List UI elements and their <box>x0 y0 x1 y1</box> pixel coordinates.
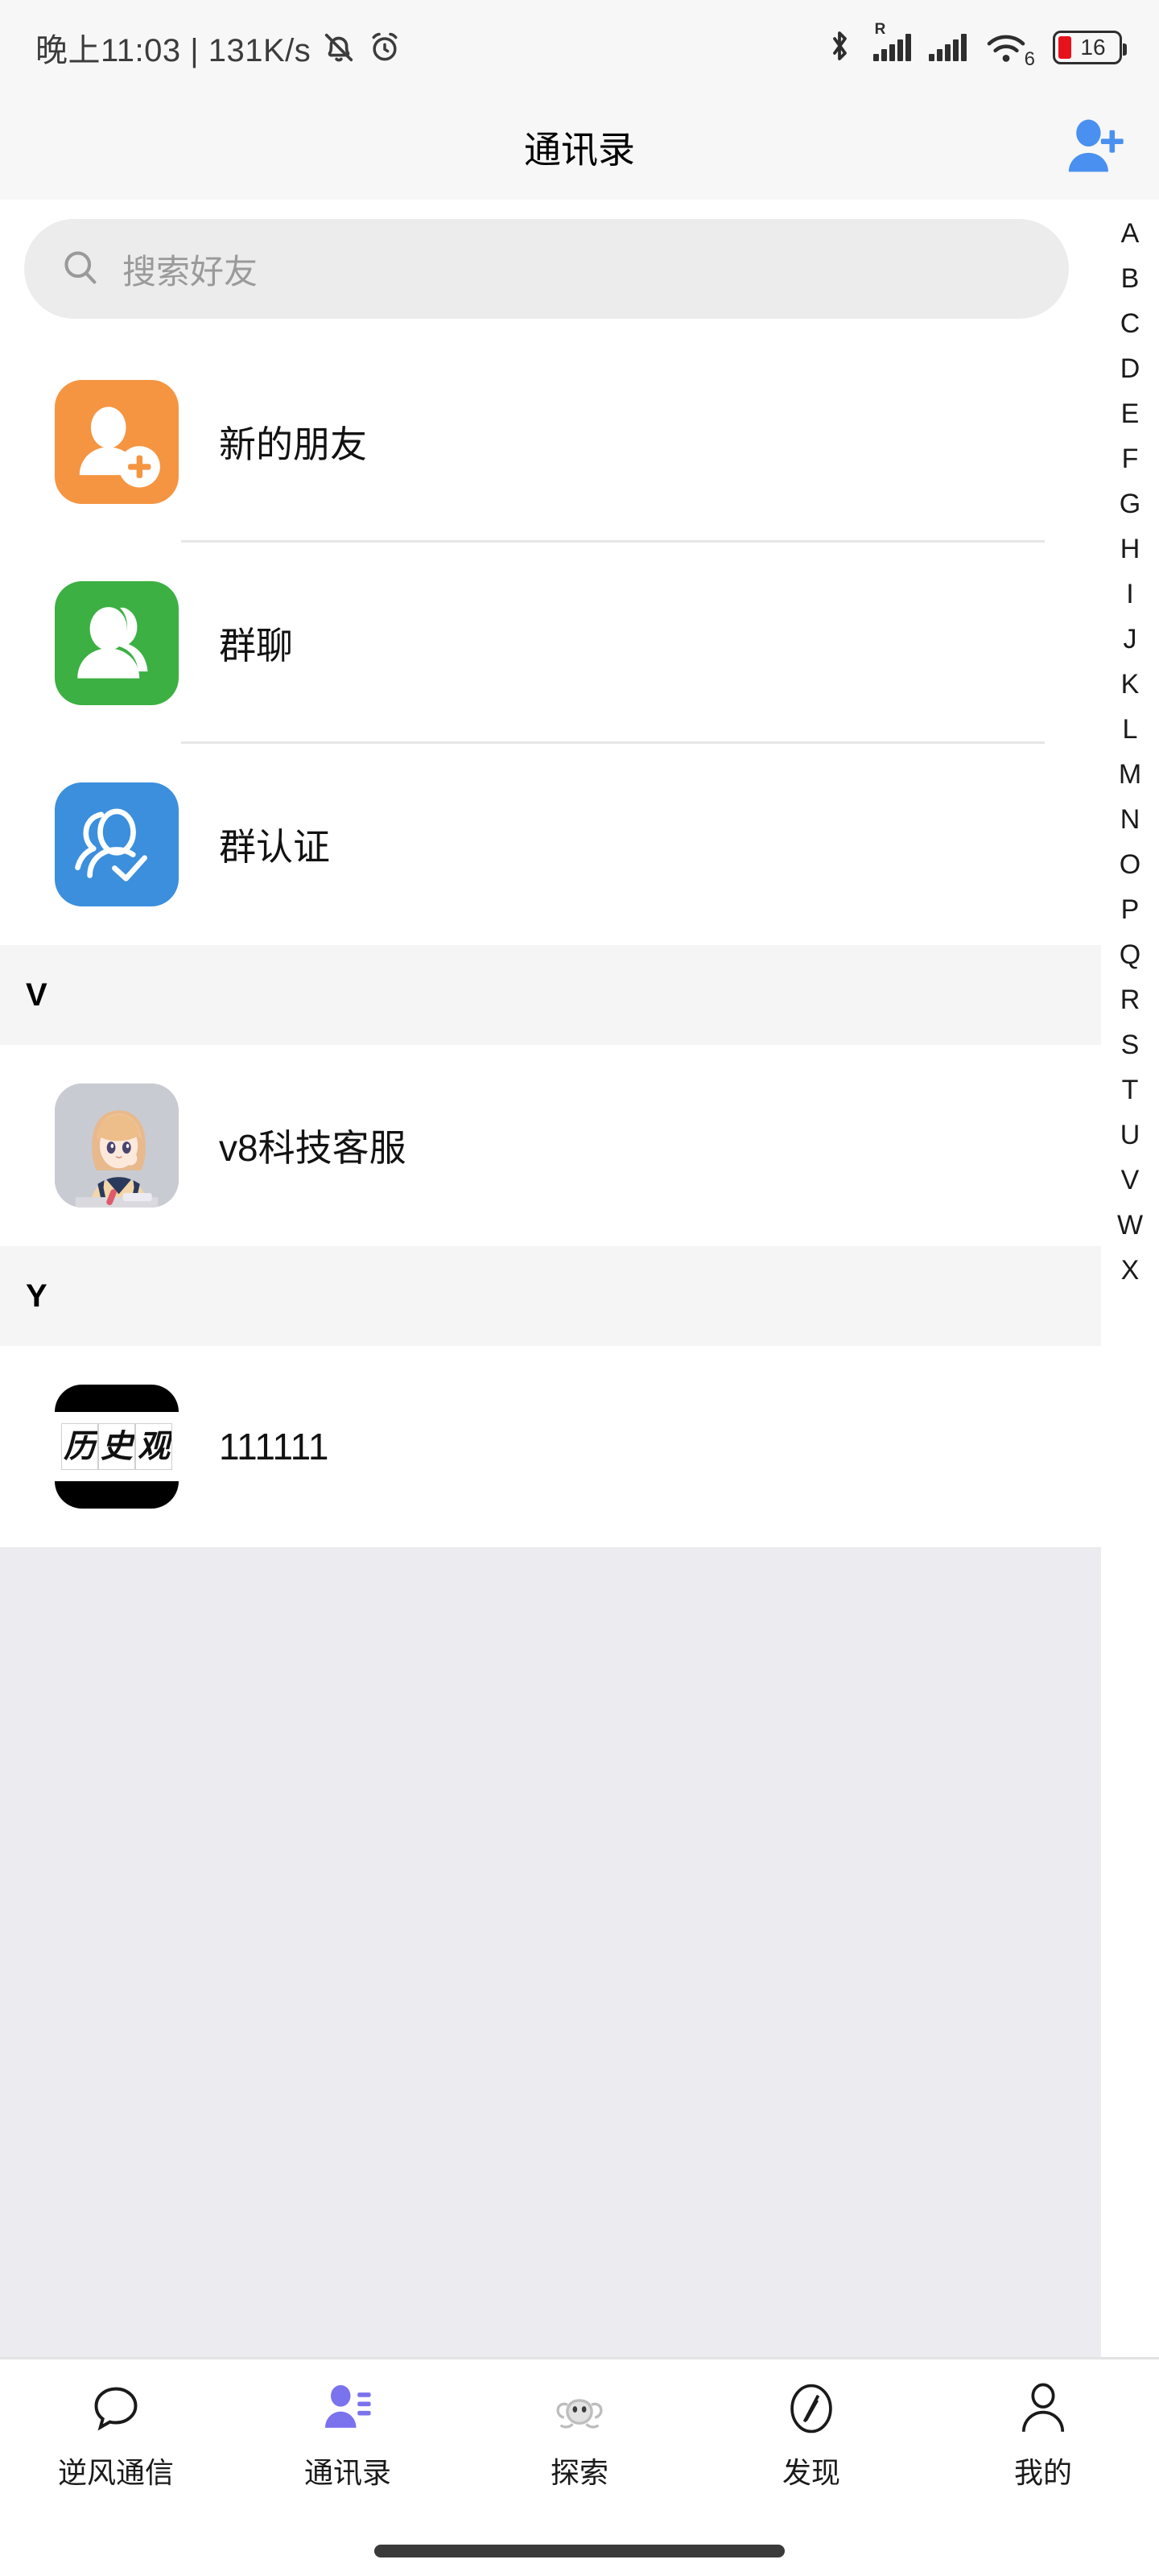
index-letter-n[interactable]: N <box>1101 797 1159 842</box>
nav-item-contacts[interactable]: 通讯录 <box>232 2377 464 2491</box>
index-letter-r[interactable]: R <box>1101 977 1159 1022</box>
avatar-band-top <box>55 1385 179 1412</box>
nav-item-label: 我的 <box>1014 2450 1072 2491</box>
bottom-navigation: 逆风通信 通讯录 <box>0 2357 1159 2526</box>
index-letter-g[interactable]: G <box>1101 481 1159 526</box>
contact-row-v8[interactable]: v8科技客服 <box>0 1045 1101 1246</box>
contact-row-111111[interactable]: 历 史 观 111111 <box>0 1346 1101 1547</box>
search-area: 搜索好友 <box>0 200 1101 341</box>
index-letter-h[interactable]: H <box>1101 526 1159 572</box>
avatar-band-bottom <box>55 1481 179 1509</box>
index-letter-o[interactable]: O <box>1101 842 1159 887</box>
anime-girl-avatar <box>55 1084 179 1208</box>
contacts-white-panel: 新的朋友 群聊 <box>0 341 1101 1547</box>
index-letter-e[interactable]: E <box>1101 391 1159 436</box>
contact-name: v8科技客服 <box>219 1119 406 1172</box>
page-title: 通讯录 <box>524 121 635 174</box>
nav-item-explore[interactable]: 探索 <box>464 2377 695 2491</box>
status-bar-right: R 6 16 <box>823 27 1122 69</box>
list-item-label: 新的朋友 <box>219 415 367 469</box>
index-letter-u[interactable]: U <box>1101 1113 1159 1158</box>
contacts-icon <box>320 2377 376 2440</box>
battery-level-label: 16 <box>1055 34 1120 61</box>
section-header-v: V <box>0 945 1101 1045</box>
content-body: 搜索好友 <box>0 200 1159 2357</box>
index-letter-t[interactable]: T <box>1101 1067 1159 1113</box>
group-chat-icon <box>55 581 179 705</box>
contacts-list-column: 搜索好友 <box>0 200 1101 2357</box>
index-letter-b[interactable]: B <box>1101 256 1159 301</box>
avatar-title-grid: 历 史 观 <box>61 1423 172 1470</box>
nav-item-label: 发现 <box>782 2450 840 2491</box>
index-letter-l[interactable]: L <box>1101 707 1159 752</box>
list-item-group-chat[interactable]: 群聊 <box>0 543 1101 744</box>
nav-item-label: 通讯录 <box>304 2450 391 2491</box>
contacts-screen: 晚上11:03 | 131K/s <box>0 0 1159 2576</box>
profile-person-icon <box>1015 2377 1071 2440</box>
avatar-char-1: 历 <box>61 1423 98 1470</box>
search-icon <box>60 246 101 292</box>
group-verify-icon <box>55 782 179 906</box>
home-indicator-bar <box>0 2526 1159 2576</box>
wifi-generation-label: 6 <box>1025 50 1035 69</box>
index-letter-v[interactable]: V <box>1101 1158 1159 1203</box>
bell-mute-icon <box>320 29 357 66</box>
index-letter-s[interactable]: S <box>1101 1022 1159 1067</box>
section-header-y: Y <box>0 1246 1101 1346</box>
new-friend-icon <box>55 380 179 504</box>
nav-item-profile[interactable]: 我的 <box>927 2377 1159 2491</box>
search-placeholder: 搜索好友 <box>122 245 258 294</box>
contacts-scroll-area[interactable]: 新的朋友 群聊 <box>0 341 1101 2357</box>
index-letter-p[interactable]: P <box>1101 887 1159 932</box>
list-item-label: 群认证 <box>219 818 330 871</box>
explore-ghost-icon <box>551 2377 608 2440</box>
status-bar: 晚上11:03 | 131K/s <box>0 0 1159 95</box>
index-letter-q[interactable]: Q <box>1101 932 1159 977</box>
nav-item-messages[interactable]: 逆风通信 <box>0 2377 232 2491</box>
wifi-icon: 6 <box>984 31 1035 64</box>
alphabet-index[interactable]: A B C D E F G H I J K L M N O P Q R S T … <box>1101 200 1159 2357</box>
page-header: 通讯录 <box>0 95 1159 200</box>
book-cover-avatar: 历 史 观 <box>55 1385 179 1509</box>
signal-bars-icon-sim2 <box>929 34 967 61</box>
alarm-clock-icon <box>367 30 402 65</box>
roaming-label: R <box>875 21 886 39</box>
nav-item-label: 探索 <box>551 2450 608 2491</box>
index-letter-d[interactable]: D <box>1101 346 1159 391</box>
home-indicator[interactable] <box>374 2545 785 2557</box>
nav-item-label: 逆风通信 <box>58 2450 174 2491</box>
list-item-group-verify[interactable]: 群认证 <box>0 744 1101 945</box>
index-letter-m[interactable]: M <box>1101 752 1159 797</box>
bluetooth-icon <box>823 27 856 69</box>
contact-name: 111111 <box>219 1425 328 1468</box>
index-letter-i[interactable]: I <box>1101 572 1159 617</box>
index-letter-k[interactable]: K <box>1101 662 1159 707</box>
status-time-and-network: 晚上11:03 | 131K/s <box>35 24 311 71</box>
nav-item-discover[interactable]: 发现 <box>695 2377 927 2491</box>
list-item-new-friend[interactable]: 新的朋友 <box>0 341 1101 543</box>
index-letter-c[interactable]: C <box>1101 301 1159 346</box>
status-bar-left: 晚上11:03 | 131K/s <box>35 24 402 71</box>
index-letter-a[interactable]: A <box>1101 211 1159 256</box>
signal-bars-icon-roaming: R <box>873 34 911 61</box>
index-letter-w[interactable]: W <box>1101 1203 1159 1248</box>
add-contact-icon[interactable] <box>1062 115 1127 180</box>
index-letter-x[interactable]: X <box>1101 1248 1159 1293</box>
compass-icon <box>783 2377 839 2440</box>
list-item-label: 群聊 <box>219 617 293 670</box>
avatar-char-3: 观 <box>135 1423 172 1470</box>
index-letter-j[interactable]: J <box>1101 617 1159 662</box>
index-letter-f[interactable]: F <box>1101 436 1159 481</box>
avatar-char-2: 史 <box>98 1423 135 1470</box>
battery-indicator: 16 <box>1053 31 1122 64</box>
chat-bubble-icon <box>88 2377 144 2440</box>
search-input[interactable]: 搜索好友 <box>24 219 1069 319</box>
